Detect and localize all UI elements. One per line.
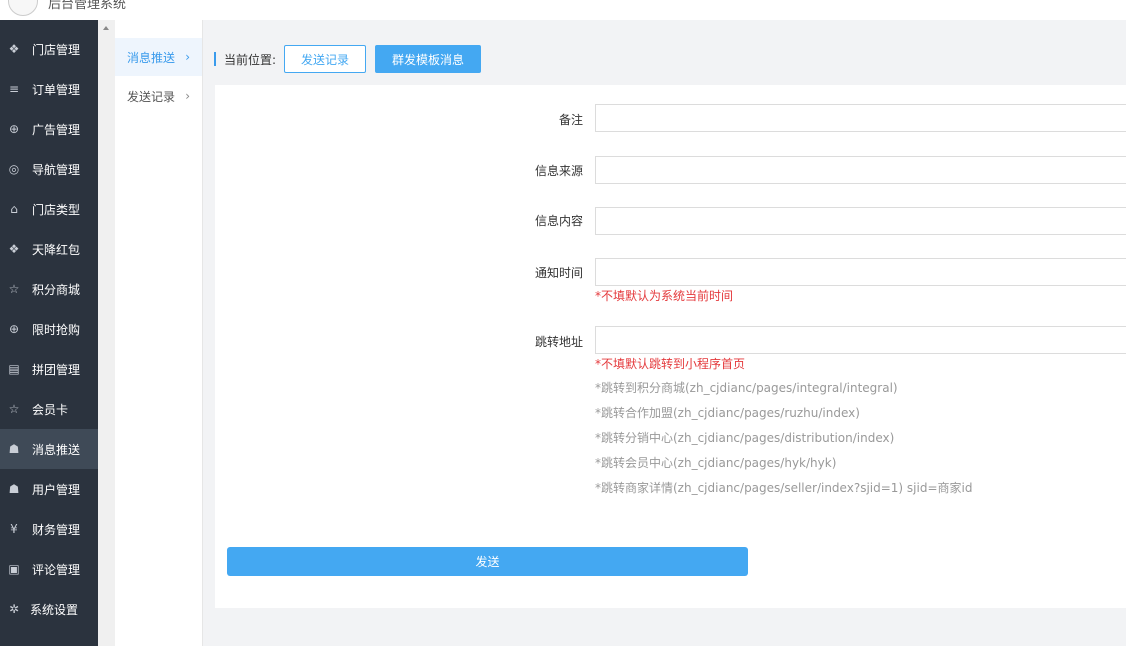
list-icon: ≡ bbox=[8, 82, 20, 96]
chevron-right-icon: › bbox=[185, 50, 190, 64]
sidebar-item-membership-card[interactable]: ☆ 会员卡 bbox=[0, 389, 98, 429]
url-example: *跳转会员中心(zh_cjdianc/pages/hyk/hyk) bbox=[595, 456, 837, 470]
remark-label: 备注 bbox=[558, 113, 583, 127]
money-icon: ▣ bbox=[8, 562, 20, 576]
source-input[interactable] bbox=[595, 156, 1126, 184]
breadcrumb-marker bbox=[214, 52, 216, 66]
send-records-button[interactable]: 发送记录 bbox=[284, 45, 367, 73]
sidebar-item-message-push[interactable]: ☗ 消息推送 bbox=[0, 429, 98, 469]
sidebar-item-label: 消息推送 bbox=[32, 442, 81, 457]
content-input[interactable] bbox=[595, 207, 1126, 235]
url-example: *跳转到积分商城(zh_cjdianc/pages/integral/integ… bbox=[595, 381, 898, 395]
users-icon: ☗ bbox=[8, 442, 20, 456]
sidebar-item-label: 积分商城 bbox=[32, 282, 81, 297]
sidebar-item-navigation[interactable]: ◎ 导航管理 bbox=[0, 149, 98, 189]
sidebar-item-label: 用户管理 bbox=[32, 482, 81, 497]
star-icon: ☆ bbox=[8, 402, 20, 416]
sidebar-item-label: 订单管理 bbox=[32, 82, 81, 97]
sidebar-item-flash-sale[interactable]: ⊕ 限时抢购 bbox=[0, 309, 98, 349]
message-form-panel: 备注 信息来源 信息内容 通知时间 *不填默认为系统当前时间 跳转地址 *不填默… bbox=[215, 85, 1126, 608]
sidebar-item-label: 财务管理 bbox=[32, 522, 81, 537]
top-bar: 后台管理系统 bbox=[0, 0, 1126, 20]
sidebar-item-stores[interactable]: ❖ 门店管理 bbox=[0, 29, 98, 69]
sidebar-item-label: 导航管理 bbox=[32, 162, 81, 177]
star-icon: ☆ bbox=[8, 282, 20, 296]
logo bbox=[8, 0, 38, 16]
sidebar-item-label: 评论管理 bbox=[32, 562, 81, 577]
sidebar-item-label: 拼团管理 bbox=[32, 362, 81, 377]
lifebuoy-icon: ⊕ bbox=[8, 122, 20, 136]
user-icon: ☗ bbox=[8, 482, 20, 496]
url-input[interactable] bbox=[595, 326, 1126, 354]
sidebar-item-label: 系统设置 bbox=[30, 602, 79, 617]
sidebar-item-label: 广告管理 bbox=[32, 122, 81, 137]
lifebuoy-icon: ⊕ bbox=[8, 322, 20, 336]
url-example: *跳转合作加盟(zh_cjdianc/pages/ruzhu/index) bbox=[595, 406, 860, 420]
sub-nav: 消息推送 › 发送记录 › bbox=[115, 20, 203, 646]
url-example: *跳转商家详情(zh_cjdianc/pages/seller/index?sj… bbox=[595, 481, 973, 495]
scroll-up-icon[interactable] bbox=[103, 26, 109, 30]
cubes-icon: ❖ bbox=[8, 42, 20, 56]
subnav-item-label: 消息推送 bbox=[127, 50, 176, 65]
subnav-item-label: 发送记录 bbox=[127, 89, 176, 104]
source-label: 信息来源 bbox=[534, 164, 583, 178]
sidebar-scrollbar[interactable] bbox=[98, 20, 115, 646]
url-label: 跳转地址 bbox=[534, 335, 583, 349]
remark-input[interactable] bbox=[595, 104, 1126, 132]
sidebar-item-label: 会员卡 bbox=[32, 402, 69, 417]
compass-icon: ◎ bbox=[8, 162, 20, 176]
sidebar-item-store-types[interactable]: ⌂ 门店类型 bbox=[0, 189, 98, 229]
time-input[interactable] bbox=[595, 258, 1126, 286]
sidebar-item-settings[interactable]: ✲ 系统设置 bbox=[0, 589, 98, 629]
sidebar-item-points-mall[interactable]: ☆ 积分商城 bbox=[0, 269, 98, 309]
sidebar-item-red-packets[interactable]: ❖ 天降红包 bbox=[0, 229, 98, 269]
breadcrumb-label: 当前位置: bbox=[224, 52, 277, 67]
content-label: 信息内容 bbox=[534, 214, 583, 228]
sidebar-item-users[interactable]: ☗ 用户管理 bbox=[0, 469, 98, 509]
url-example: *跳转分销中心(zh_cjdianc/pages/distribution/in… bbox=[595, 431, 895, 445]
time-label: 通知时间 bbox=[534, 266, 583, 280]
sidebar-item-finance[interactable]: ¥ 财务管理 bbox=[0, 509, 98, 549]
app-title: 后台管理系统 bbox=[48, 0, 127, 12]
sidebar-item-group-buy[interactable]: ▤ 拼团管理 bbox=[0, 349, 98, 389]
url-hint: *不填默认跳转到小程序首页 bbox=[595, 357, 746, 371]
keyboard-icon: ▤ bbox=[8, 362, 20, 376]
sidebar-item-orders[interactable]: ≡ 订单管理 bbox=[0, 69, 98, 109]
subnav-item-message-push[interactable]: 消息推送 › bbox=[115, 38, 202, 76]
subnav-item-send-records[interactable]: 发送记录 › bbox=[115, 77, 202, 115]
sidebar-item-label: 限时抢购 bbox=[32, 322, 81, 337]
breadcrumb: 当前位置: 发送记录 群发模板消息 bbox=[214, 45, 482, 73]
sidebar-item-comments[interactable]: ▣ 评论管理 bbox=[0, 549, 98, 589]
cubes-icon: ❖ bbox=[8, 242, 20, 256]
time-hint: *不填默认为系统当前时间 bbox=[595, 289, 734, 303]
sidebar: ❖ 门店管理 ≡ 订单管理 ⊕ 广告管理 ◎ 导航管理 ⌂ 门店类型 ❖ 天降红… bbox=[0, 20, 98, 646]
sidebar-item-label: 门店管理 bbox=[32, 42, 81, 57]
send-button[interactable]: 发送 bbox=[227, 547, 748, 576]
bank-icon: ⌂ bbox=[10, 202, 18, 216]
sidebar-item-ads[interactable]: ⊕ 广告管理 bbox=[0, 109, 98, 149]
chevron-right-icon: › bbox=[185, 89, 190, 103]
sidebar-item-label: 天降红包 bbox=[32, 242, 81, 257]
group-template-message-button[interactable]: 群发模板消息 bbox=[375, 45, 482, 73]
gear-icon: ✲ bbox=[8, 602, 20, 616]
sidebar-item-label: 门店类型 bbox=[32, 202, 81, 217]
yen-icon: ¥ bbox=[10, 522, 18, 536]
